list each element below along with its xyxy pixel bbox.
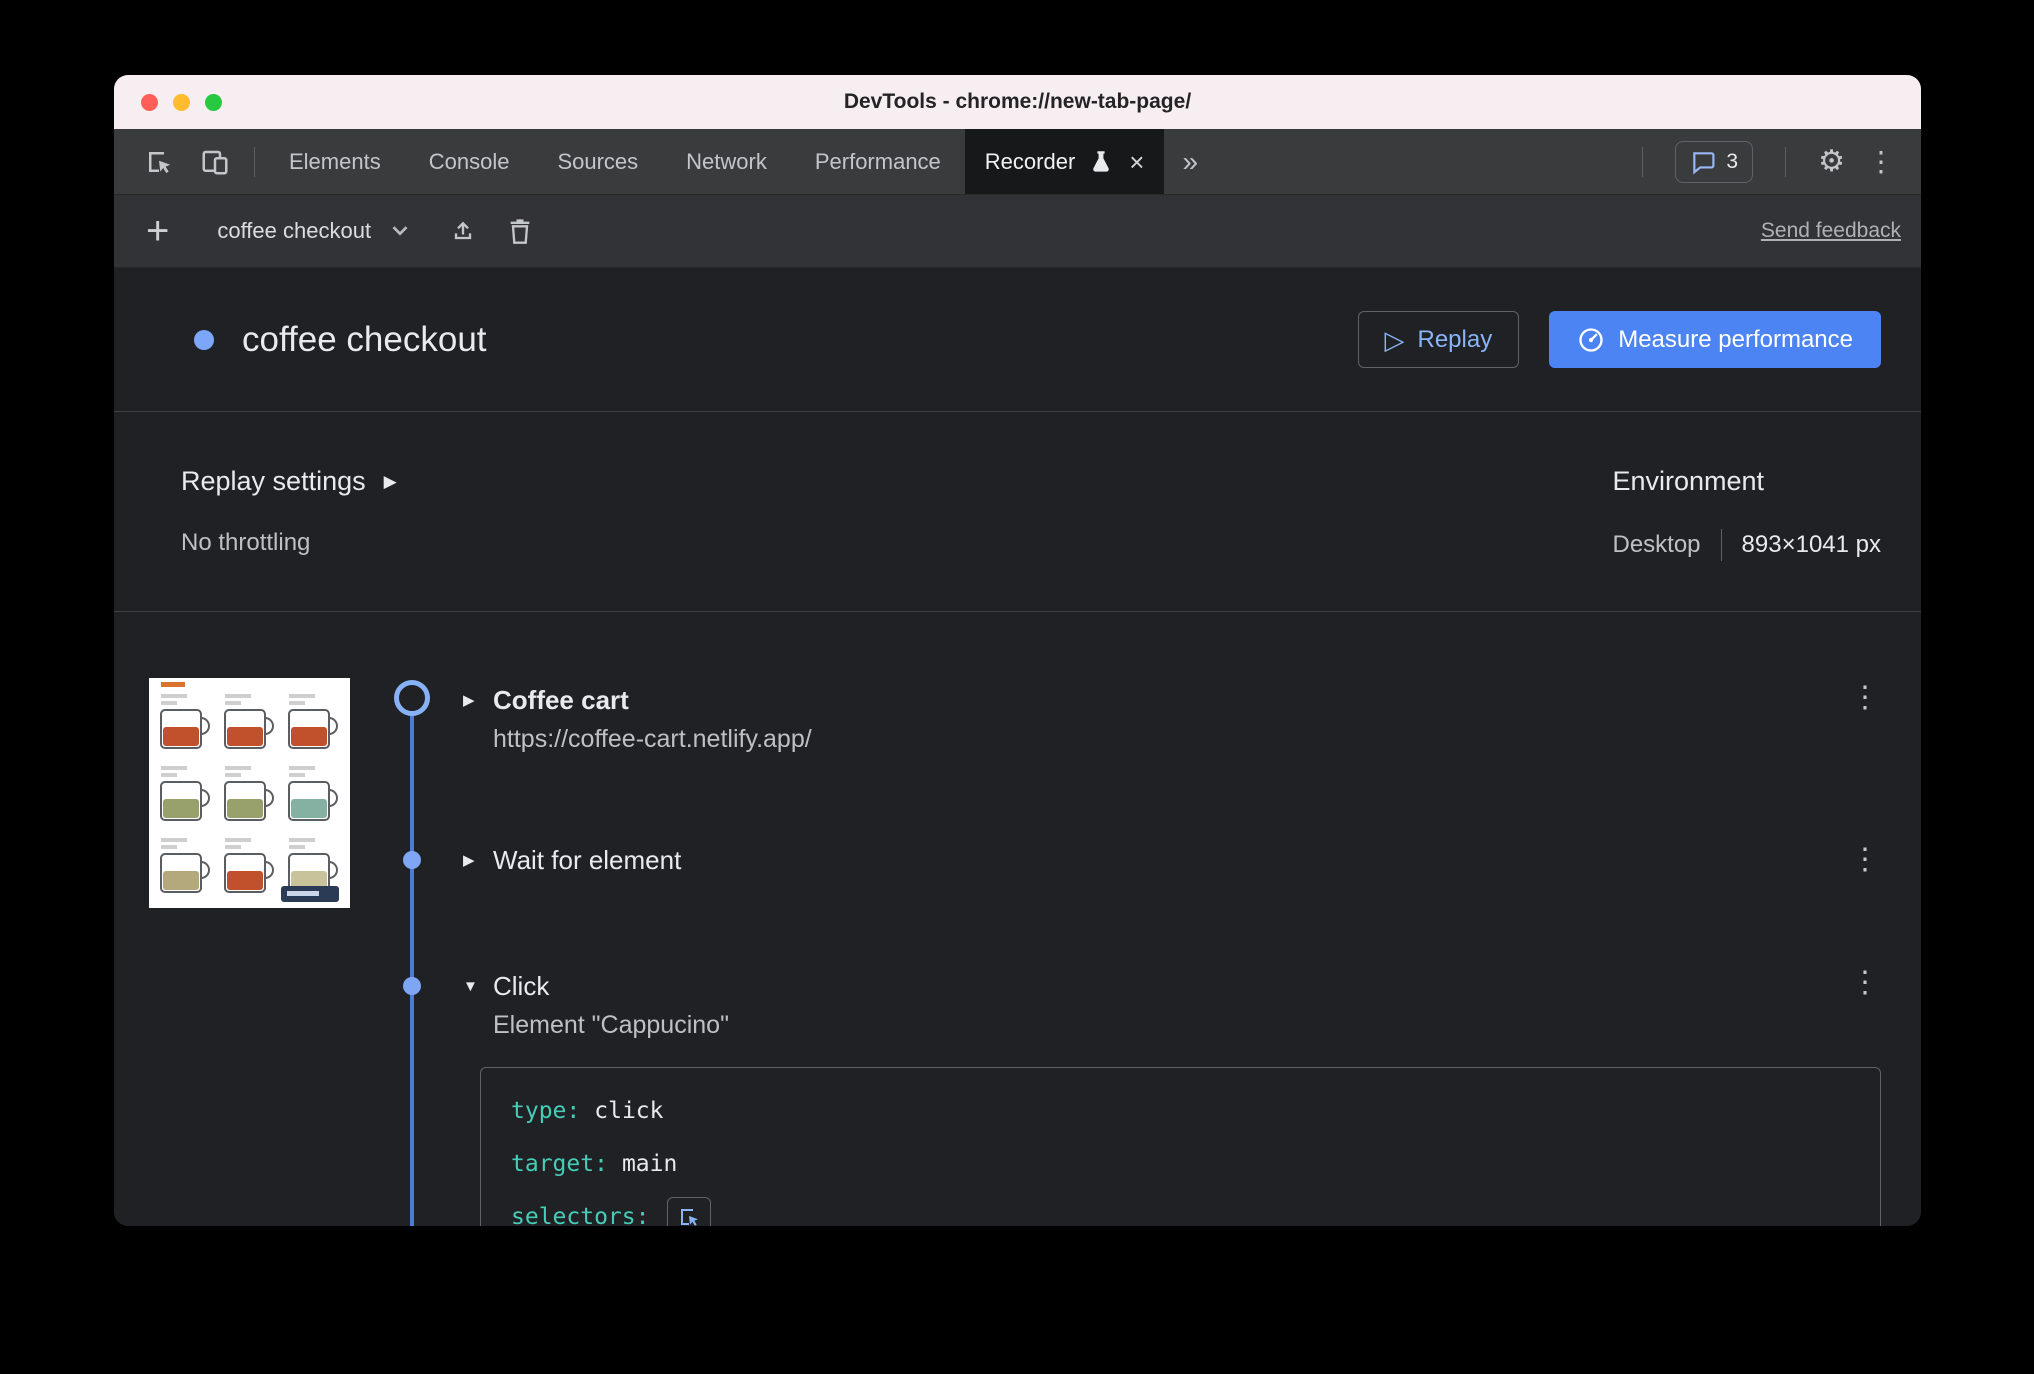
code-value: main (621, 1150, 678, 1177)
toolbar-separator (1785, 146, 1787, 177)
step-menu-icon[interactable]: ⋮ (1850, 683, 1880, 713)
step-wait-for-element[interactable]: ▶ Wait for element (463, 843, 681, 877)
expand-arrow-icon[interactable]: ▶ (463, 853, 480, 868)
environment-label: Environment (1612, 466, 1765, 496)
environment-viewport: 893×1041 px (1741, 531, 1881, 558)
toolbar-separator (254, 146, 255, 177)
environment-column: Environment Desktop 893×1041 px (1612, 466, 1881, 611)
chevron-down-icon (391, 225, 409, 237)
window-controls (141, 75, 222, 129)
header-buttons: ▷ Replay Measure performance (1357, 311, 1881, 368)
settings-section: Replay settings ▶ No throttling Environm… (114, 412, 1921, 612)
timeline-step-dot (403, 851, 421, 869)
tab-performance[interactable]: Performance (791, 129, 965, 194)
replay-settings-toggle[interactable]: Replay settings ▶ (181, 466, 397, 497)
recording-select[interactable]: coffee checkout (207, 210, 419, 252)
step-title: Coffee cart (493, 684, 629, 715)
devtools-window: DevTools - chrome://new-tab-page/ Elemen… (114, 75, 1921, 1226)
devtools-tabbar: Elements Console Sources Network Perform… (114, 129, 1921, 195)
tabbar-left-icons (114, 129, 244, 194)
tab-console[interactable]: Console (405, 129, 534, 194)
code-value: click (594, 1097, 664, 1124)
more-tabs-icon[interactable]: » (1164, 129, 1216, 194)
throttling-value: No throttling (181, 529, 311, 556)
recording-status-dot (194, 329, 214, 350)
code-key: type: (511, 1097, 581, 1124)
step-menu-icon[interactable]: ⋮ (1850, 968, 1880, 998)
tab-elements[interactable]: Elements (265, 129, 405, 194)
collapse-arrow-icon[interactable]: ▼ (463, 979, 480, 994)
window-title: DevTools - chrome://new-tab-page/ (843, 90, 1192, 113)
environment-device: Desktop (1612, 531, 1701, 558)
step-click[interactable]: ▼ Click Element "Cappucino" (463, 969, 729, 1040)
step-title: Wait for element (493, 844, 682, 875)
step-title: Click (493, 970, 550, 1001)
recorder-panel: coffee checkout ▷ Replay Measure perform… (114, 268, 1921, 1226)
step-url: https://coffee-cart.netlify.app/ (493, 725, 812, 753)
steps-panel: ▶ Coffee cart https://coffee-cart.netlif… (114, 612, 1921, 1226)
recording-select-value: coffee checkout (217, 218, 372, 243)
zoom-window-button[interactable] (205, 93, 222, 111)
devtools-menu-icon[interactable]: ⋮ (1867, 147, 1895, 176)
code-key: target: (511, 1150, 608, 1177)
expand-arrow-icon[interactable]: ▶ (463, 693, 480, 708)
replay-settings-label: Replay settings (181, 466, 366, 496)
code-key: selectors: (511, 1203, 650, 1227)
chat-bubble-icon (1690, 149, 1716, 175)
tabbar-right-icons: 3 ⚙ ⋮ (1632, 129, 1921, 194)
play-outline-icon: ▷ (1384, 324, 1405, 355)
inspect-element-icon[interactable] (144, 147, 174, 177)
experiment-flask-icon (1091, 150, 1111, 174)
step-code-editor[interactable]: type: click target: main selectors: (480, 1067, 1881, 1226)
issues-count: 3 (1726, 149, 1739, 173)
recorder-toolbar: + coffee checkout Send feedback (114, 195, 1921, 268)
step-navigate[interactable]: ▶ Coffee cart https://coffee-cart.netlif… (463, 683, 812, 754)
code-line: selectors: (511, 1190, 1850, 1226)
measure-performance-label: Measure performance (1618, 325, 1853, 353)
close-window-button[interactable] (141, 93, 158, 111)
pick-selector-button[interactable] (667, 1196, 712, 1226)
tab-recorder-label: Recorder (984, 148, 1076, 174)
replay-settings-column: Replay settings ▶ No throttling (181, 466, 397, 611)
send-feedback-link[interactable]: Send feedback (1761, 219, 1901, 243)
settings-gear-icon[interactable]: ⚙ (1818, 146, 1845, 177)
arrow-right-icon: ▶ (383, 472, 397, 491)
issues-counter-button[interactable]: 3 (1675, 140, 1754, 183)
replay-button[interactable]: ▷ Replay (1357, 311, 1520, 368)
recording-header: coffee checkout ▷ Replay Measure perform… (114, 268, 1921, 412)
page-screenshot-thumbnail (149, 678, 350, 908)
code-line: type: click (511, 1084, 1850, 1137)
minimize-window-button[interactable] (173, 93, 190, 111)
tab-sources[interactable]: Sources (533, 129, 662, 194)
code-line: target: main (511, 1137, 1850, 1190)
measure-performance-button[interactable]: Measure performance (1549, 311, 1881, 368)
delete-recording-icon[interactable] (507, 217, 533, 245)
device-toolbar-icon[interactable] (200, 147, 230, 177)
speedometer-icon (1577, 326, 1605, 354)
titlebar: DevTools - chrome://new-tab-page/ (114, 75, 1921, 129)
tab-network[interactable]: Network (662, 129, 791, 194)
replay-button-label: Replay (1417, 325, 1493, 353)
add-recording-button[interactable]: + (138, 211, 177, 251)
tab-recorder[interactable]: Recorder × (964, 129, 1165, 194)
step-detail: Element "Cappucino" (493, 1011, 729, 1039)
timeline-start-node (394, 680, 430, 716)
environment-separator (1720, 529, 1722, 561)
step-menu-icon[interactable]: ⋮ (1850, 845, 1880, 875)
toolbar-separator (1642, 146, 1644, 177)
export-recording-icon[interactable] (449, 217, 477, 245)
timeline-step-dot (403, 977, 421, 995)
recording-title: coffee checkout (242, 319, 487, 359)
timeline-line (410, 698, 414, 1226)
close-tab-icon[interactable]: × (1129, 149, 1144, 175)
